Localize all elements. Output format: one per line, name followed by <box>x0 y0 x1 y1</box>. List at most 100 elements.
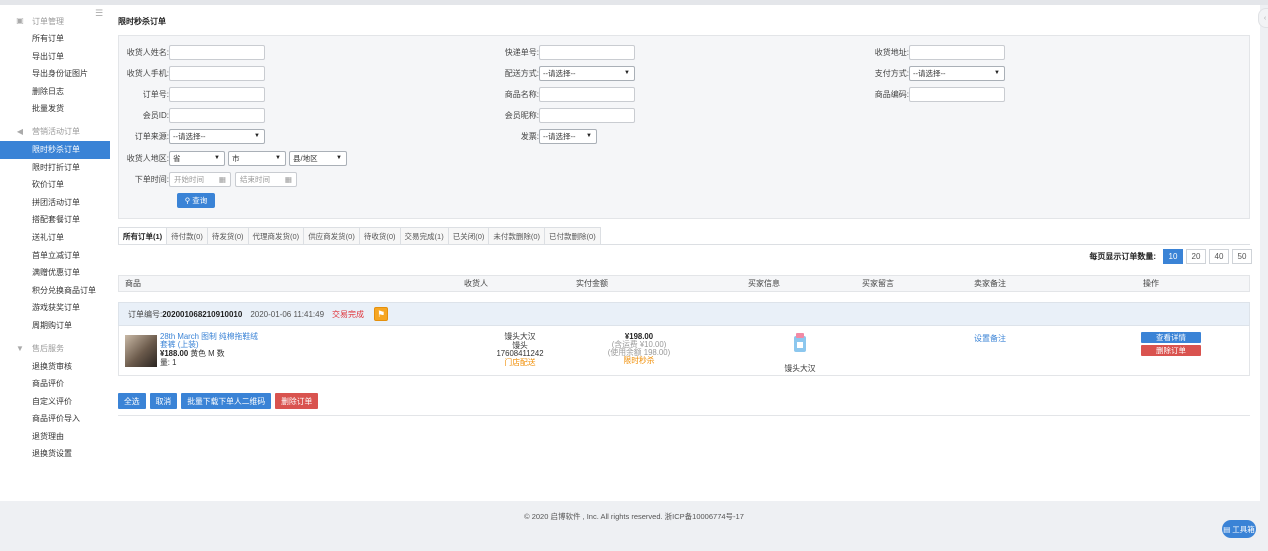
order-number: 202001068210910010 <box>162 309 243 319</box>
sidebar-item-batch-ship[interactable]: 批量发货 <box>0 100 110 118</box>
express-no-input[interactable] <box>539 44 635 60</box>
receiver-phone-input[interactable] <box>169 65 265 81</box>
tab-unpaid-deleted[interactable]: 未付款删除(0) <box>489 227 546 245</box>
invoice-label: 发票: <box>520 131 539 141</box>
cancel-button[interactable]: 取消 <box>149 393 178 409</box>
product-name-input[interactable] <box>539 86 635 102</box>
sidebar-item-return-review[interactable]: 退换货审核 <box>0 358 110 376</box>
tab-supplier-shipment[interactable]: 供应商发货(0) <box>304 227 360 245</box>
address-label: 收货地址: <box>874 47 909 57</box>
delivery-method-select[interactable]: --请选择-- ▼ <box>539 65 635 81</box>
order-source-select[interactable]: --请选择-- ▼ <box>169 128 265 144</box>
clipboard-icon: ▣ <box>16 16 24 25</box>
sidebar-item-review-import[interactable]: 商品评价导入 <box>0 410 110 428</box>
menu-icon[interactable]: ☰ <box>95 8 105 19</box>
sidebar-item-delete-log[interactable]: 删除日志 <box>0 83 110 101</box>
sidebar-item-all-orders[interactable]: 所有订单 <box>0 30 110 48</box>
receiver-info: 馒头大汉 馒头 17608411242 门店配送 <box>475 332 565 367</box>
per-page-50[interactable]: 50 <box>1232 249 1252 264</box>
sidebar-item-bargain[interactable]: 砍价订单 <box>0 176 110 194</box>
sidebar-group-orders: ▣ 订单管理 <box>16 16 64 26</box>
invoice-select[interactable]: --请选择-- ▼ <box>539 128 597 144</box>
product-name-link[interactable]: 28th March 图制 纯棉拖鞋绒套裤 (上装) <box>160 333 260 349</box>
product-price-info: ¥188.00 黄色 M 数 量: 1 <box>160 349 225 367</box>
order-source-label: 订单来源: <box>134 131 169 141</box>
county-select[interactable]: 县/地区 ▼ <box>289 150 347 166</box>
sidebar-item-game-prize[interactable]: 游戏获奖订单 <box>0 299 110 317</box>
collapse-icon[interactable]: ‹ <box>1258 8 1268 28</box>
chevron-down-icon: ▼ <box>586 133 592 139</box>
table-header: 商品 收货人 实付金额 买家信息 买家留言 卖家备注 操作 <box>118 275 1250 292</box>
end-time-input[interactable]: 结束时间 ▦ <box>235 171 297 187</box>
address-input[interactable] <box>909 44 1005 60</box>
sidebar-item-bundle[interactable]: 搭配套餐订单 <box>0 211 110 229</box>
page-title: 限时秒杀订单 <box>118 17 166 26</box>
calendar-icon: ▦ <box>284 174 292 184</box>
tab-agent-shipment[interactable]: 代理商发货(0) <box>248 227 305 245</box>
delete-order-button[interactable]: 删除订单 <box>1141 345 1201 356</box>
order-no-label: 订单编号: <box>128 309 163 319</box>
header-buyer-info: 买家信息 <box>748 279 780 288</box>
product-spec: 黄色 M 数 <box>190 349 225 358</box>
download-qr-button[interactable]: 批量下载下单人二维码 <box>181 393 272 409</box>
sidebar-item-points-exchange[interactable]: 积分兑换商品订单 <box>0 282 110 300</box>
member-nickname-input[interactable] <box>539 107 635 123</box>
city-select[interactable]: 市 ▼ <box>228 150 286 166</box>
header-amount: 实付金额 <box>576 279 608 288</box>
sidebar-item-custom-review[interactable]: 自定义评价 <box>0 393 110 411</box>
order-status: 交易完成 <box>332 309 365 319</box>
view-detail-button[interactable]: 查看详情 <box>1141 332 1201 343</box>
sidebar-item-discount[interactable]: 限时打折订单 <box>0 159 110 177</box>
header-product: 商品 <box>125 279 141 288</box>
product-thumbnail[interactable] <box>125 335 157 367</box>
sidebar-item-return-settings[interactable]: 退换货设置 <box>0 445 110 463</box>
sidebar-item-full-gift[interactable]: 满赠优惠订单 <box>0 264 110 282</box>
tab-paid-deleted[interactable]: 已付款删除(0) <box>545 227 601 245</box>
flash-sale-tag: 限时秒杀 <box>623 356 655 365</box>
receiver-phone-label: 收货人手机: <box>126 68 169 78</box>
tab-all-orders[interactable]: 所有订单(1) <box>118 227 168 245</box>
footer: © 2020 启博软件 , Inc. All rights reserved. … <box>524 512 744 521</box>
order-row: 28th March 图制 纯棉拖鞋绒套裤 (上装) ¥188.00 黄色 M … <box>118 326 1250 376</box>
sidebar-item-product-review[interactable]: 商品评价 <box>0 375 110 393</box>
sidebar-item-group-buy[interactable]: 拼团活动订单 <box>0 194 110 212</box>
product-code-input[interactable] <box>909 86 1005 102</box>
sidebar-group-marketing: ◀ 营销活动订单 <box>16 126 80 137</box>
header-seller-note: 卖家备注 <box>974 279 1006 288</box>
member-id-input[interactable] <box>169 107 265 123</box>
toolbox-button[interactable]: ▤ 工具箱 <box>1222 520 1256 538</box>
set-note-link[interactable]: 设置备注 <box>974 333 1006 344</box>
per-page-40[interactable]: 40 <box>1209 249 1229 264</box>
order-actions: 查看详情 删除订单 <box>1141 332 1201 358</box>
tab-completed[interactable]: 交易完成(1) <box>400 227 449 245</box>
member-nickname-label: 会员昵称: <box>504 110 539 120</box>
bulk-actions: 全选 取消 批量下载下单人二维码 删除订单 <box>118 393 322 409</box>
sidebar-item-gift[interactable]: 送礼订单 <box>0 229 110 247</box>
tab-closed[interactable]: 已关闭(0) <box>448 227 490 245</box>
select-all-button[interactable]: 全选 <box>118 393 146 409</box>
province-select[interactable]: 省 ▼ <box>169 150 225 166</box>
bulk-delete-button[interactable]: 删除订单 <box>275 393 319 409</box>
query-button[interactable]: ⚲ 查询 <box>177 193 215 208</box>
order-no-input[interactable] <box>169 86 265 102</box>
header-actions: 操作 <box>1143 279 1159 288</box>
per-page-10[interactable]: 10 <box>1163 249 1183 264</box>
sidebar-item-export-id-images[interactable]: 导出身份证图片 <box>0 65 110 83</box>
per-page-20[interactable]: 20 <box>1186 249 1206 264</box>
sidebar-item-return-reason[interactable]: 退货理由 <box>0 428 110 446</box>
sidebar-item-export-orders[interactable]: 导出订单 <box>0 48 110 66</box>
payment-method-select[interactable]: --请选择-- ▼ <box>909 65 1005 81</box>
sidebar-item-subscription[interactable]: 周期购订单 <box>0 317 110 335</box>
express-no-label: 快递单号: <box>504 47 539 57</box>
per-page-selector: 每页显示订单数量: 10 20 40 50 <box>1089 249 1252 264</box>
sidebar-item-first-order[interactable]: 首单立减订单 <box>0 247 110 265</box>
receiver-name-input[interactable] <box>169 44 265 60</box>
per-page-label: 每页显示订单数量: <box>1089 252 1156 261</box>
tab-pending-payment[interactable]: 待付款(0) <box>167 227 208 245</box>
buyer-avatar <box>794 333 806 352</box>
tab-pending-receipt[interactable]: 待收货(0) <box>359 227 401 245</box>
start-time-input[interactable]: 开始时间 ▦ <box>169 171 231 187</box>
sidebar-item-flash-sale[interactable]: 限时秒杀订单 <box>0 140 110 159</box>
megaphone-icon: ◀ <box>16 126 24 136</box>
tab-pending-shipment[interactable]: 待发货(0) <box>207 227 249 245</box>
